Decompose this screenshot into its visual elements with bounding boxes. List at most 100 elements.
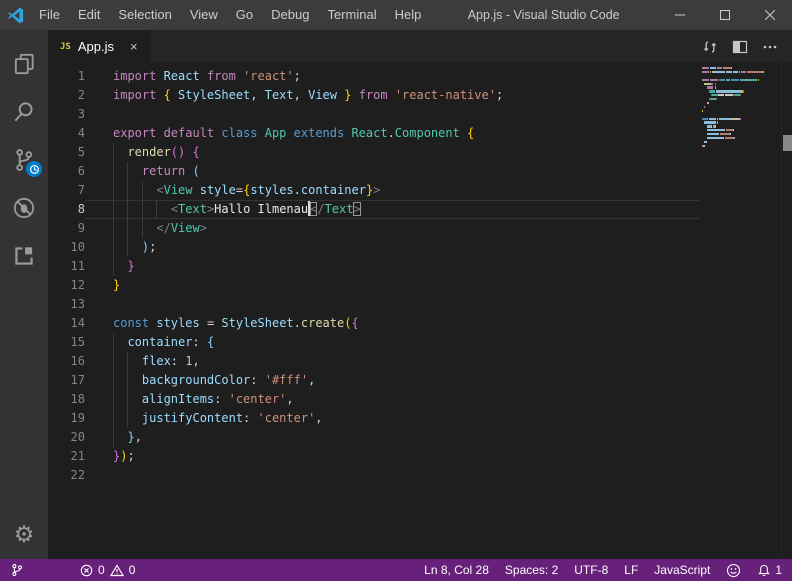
extensions-icon[interactable] (0, 232, 48, 280)
menu-view[interactable]: View (181, 0, 227, 30)
line-content[interactable]: export default class App extends React.C… (85, 124, 700, 143)
overview-ruler[interactable] (781, 63, 792, 559)
line-number[interactable]: 9 (48, 219, 85, 238)
code-line[interactable]: 14const styles = StyleSheet.create({ (48, 314, 792, 333)
line-number[interactable]: 18 (48, 390, 85, 409)
code-line[interactable]: 12} (48, 276, 792, 295)
status-eol[interactable]: LF (624, 563, 638, 577)
menu-help[interactable]: Help (386, 0, 431, 30)
code-line[interactable]: 16 flex: 1, (48, 352, 792, 371)
code-line[interactable]: 7 <View style={styles.container}> (48, 181, 792, 200)
menu-edit[interactable]: Edit (69, 0, 109, 30)
menu-debug[interactable]: Debug (262, 0, 318, 30)
search-icon[interactable] (0, 88, 48, 136)
line-number[interactable]: 8 (48, 200, 85, 219)
minimap[interactable] (702, 67, 768, 153)
line-content[interactable]: container: { (85, 333, 700, 352)
line-number[interactable]: 19 (48, 409, 85, 428)
code-line[interactable]: 17 backgroundColor: '#fff', (48, 371, 792, 390)
open-changes-icon[interactable] (702, 39, 718, 55)
line-number[interactable]: 12 (48, 276, 85, 295)
line-content[interactable]: }, (85, 428, 700, 447)
line-number[interactable]: 6 (48, 162, 85, 181)
code-line[interactable]: 13 (48, 295, 792, 314)
code-line[interactable]: 4export default class App extends React.… (48, 124, 792, 143)
line-number[interactable]: 20 (48, 428, 85, 447)
code-area[interactable]: 1import React from 'react';2import { Sty… (48, 63, 792, 485)
code-line[interactable]: 10 ); (48, 238, 792, 257)
close-button[interactable] (747, 0, 792, 30)
line-content[interactable] (85, 466, 700, 485)
line-number[interactable]: 13 (48, 295, 85, 314)
menu-terminal[interactable]: Terminal (318, 0, 385, 30)
menu-file[interactable]: File (30, 0, 69, 30)
line-number[interactable]: 3 (48, 105, 85, 124)
notifications-bell[interactable]: 1 (757, 563, 782, 578)
line-content[interactable]: import React from 'react'; (85, 67, 700, 86)
line-content[interactable]: render() { (85, 143, 700, 162)
code-line[interactable]: 15 container: { (48, 333, 792, 352)
settings-gear-icon[interactable]: ⚙ (0, 511, 48, 559)
problems-button[interactable]: 0 0 (80, 563, 135, 577)
status-cursor-position[interactable]: Ln 8, Col 28 (424, 563, 489, 577)
status-encoding[interactable]: UTF-8 (574, 563, 608, 577)
line-number[interactable]: 4 (48, 124, 85, 143)
line-number[interactable]: 1 (48, 67, 85, 86)
line-number[interactable]: 10 (48, 238, 85, 257)
maximize-button[interactable] (702, 0, 747, 30)
code-line[interactable]: 3 (48, 105, 792, 124)
debug-icon[interactable] (0, 184, 48, 232)
menu-selection[interactable]: Selection (109, 0, 180, 30)
tab-close-icon[interactable]: × (130, 40, 138, 53)
line-number[interactable]: 17 (48, 371, 85, 390)
line-number[interactable]: 7 (48, 181, 85, 200)
line-content[interactable]: alignItems: 'center', (85, 390, 700, 409)
code-line[interactable]: 18 alignItems: 'center', (48, 390, 792, 409)
more-actions-icon[interactable] (762, 39, 778, 55)
line-content[interactable] (85, 295, 700, 314)
line-number[interactable]: 11 (48, 257, 85, 276)
menu-go[interactable]: Go (227, 0, 262, 30)
line-number[interactable]: 21 (48, 447, 85, 466)
line-content[interactable]: flex: 1, (85, 352, 700, 371)
line-content[interactable]: <Text>Hallo Ilmenau</Text> (85, 200, 700, 219)
code-line[interactable]: 1import React from 'react'; (48, 67, 792, 86)
minimize-button[interactable] (657, 0, 702, 30)
line-content[interactable]: </View> (85, 219, 700, 238)
line-number[interactable]: 22 (48, 466, 85, 485)
explorer-icon[interactable] (0, 40, 48, 88)
line-content[interactable]: }); (85, 447, 700, 466)
code-line[interactable]: 22 (48, 466, 792, 485)
code-line[interactable]: 9 </View> (48, 219, 792, 238)
line-number[interactable]: 15 (48, 333, 85, 352)
line-content[interactable]: } (85, 276, 700, 295)
line-content[interactable]: import { StyleSheet, Text, View } from '… (85, 86, 700, 105)
line-content[interactable]: backgroundColor: '#fff', (85, 371, 700, 390)
code-line[interactable]: 21}); (48, 447, 792, 466)
status-indentation[interactable]: Spaces: 2 (505, 563, 558, 577)
line-number[interactable]: 5 (48, 143, 85, 162)
line-content[interactable]: } (85, 257, 700, 276)
line-content[interactable]: return ( (85, 162, 700, 181)
status-language-mode[interactable]: JavaScript (654, 563, 710, 577)
line-number[interactable]: 16 (48, 352, 85, 371)
line-number[interactable]: 14 (48, 314, 85, 333)
line-number[interactable]: 2 (48, 86, 85, 105)
tab-appjs[interactable]: JS App.js × (48, 30, 150, 63)
code-line[interactable]: 19 justifyContent: 'center', (48, 409, 792, 428)
code-line[interactable]: 6 return ( (48, 162, 792, 181)
line-content[interactable] (85, 105, 700, 124)
line-content[interactable]: ); (85, 238, 700, 257)
split-editor-icon[interactable] (732, 40, 748, 54)
code-line[interactable]: 8 <Text>Hallo Ilmenau</Text> (48, 200, 792, 219)
code-line[interactable]: 5 render() { (48, 143, 792, 162)
feedback-smiley-icon[interactable] (726, 563, 741, 578)
line-content[interactable]: justifyContent: 'center', (85, 409, 700, 428)
source-control-icon[interactable] (0, 136, 48, 184)
line-content[interactable]: const styles = StyleSheet.create({ (85, 314, 700, 333)
code-editor[interactable]: 1import React from 'react';2import { Sty… (48, 63, 792, 559)
git-branch-button[interactable] (10, 562, 24, 578)
code-line[interactable]: 11 } (48, 257, 792, 276)
code-line[interactable]: 2import { StyleSheet, Text, View } from … (48, 86, 792, 105)
line-content[interactable]: <View style={styles.container}> (85, 181, 700, 200)
